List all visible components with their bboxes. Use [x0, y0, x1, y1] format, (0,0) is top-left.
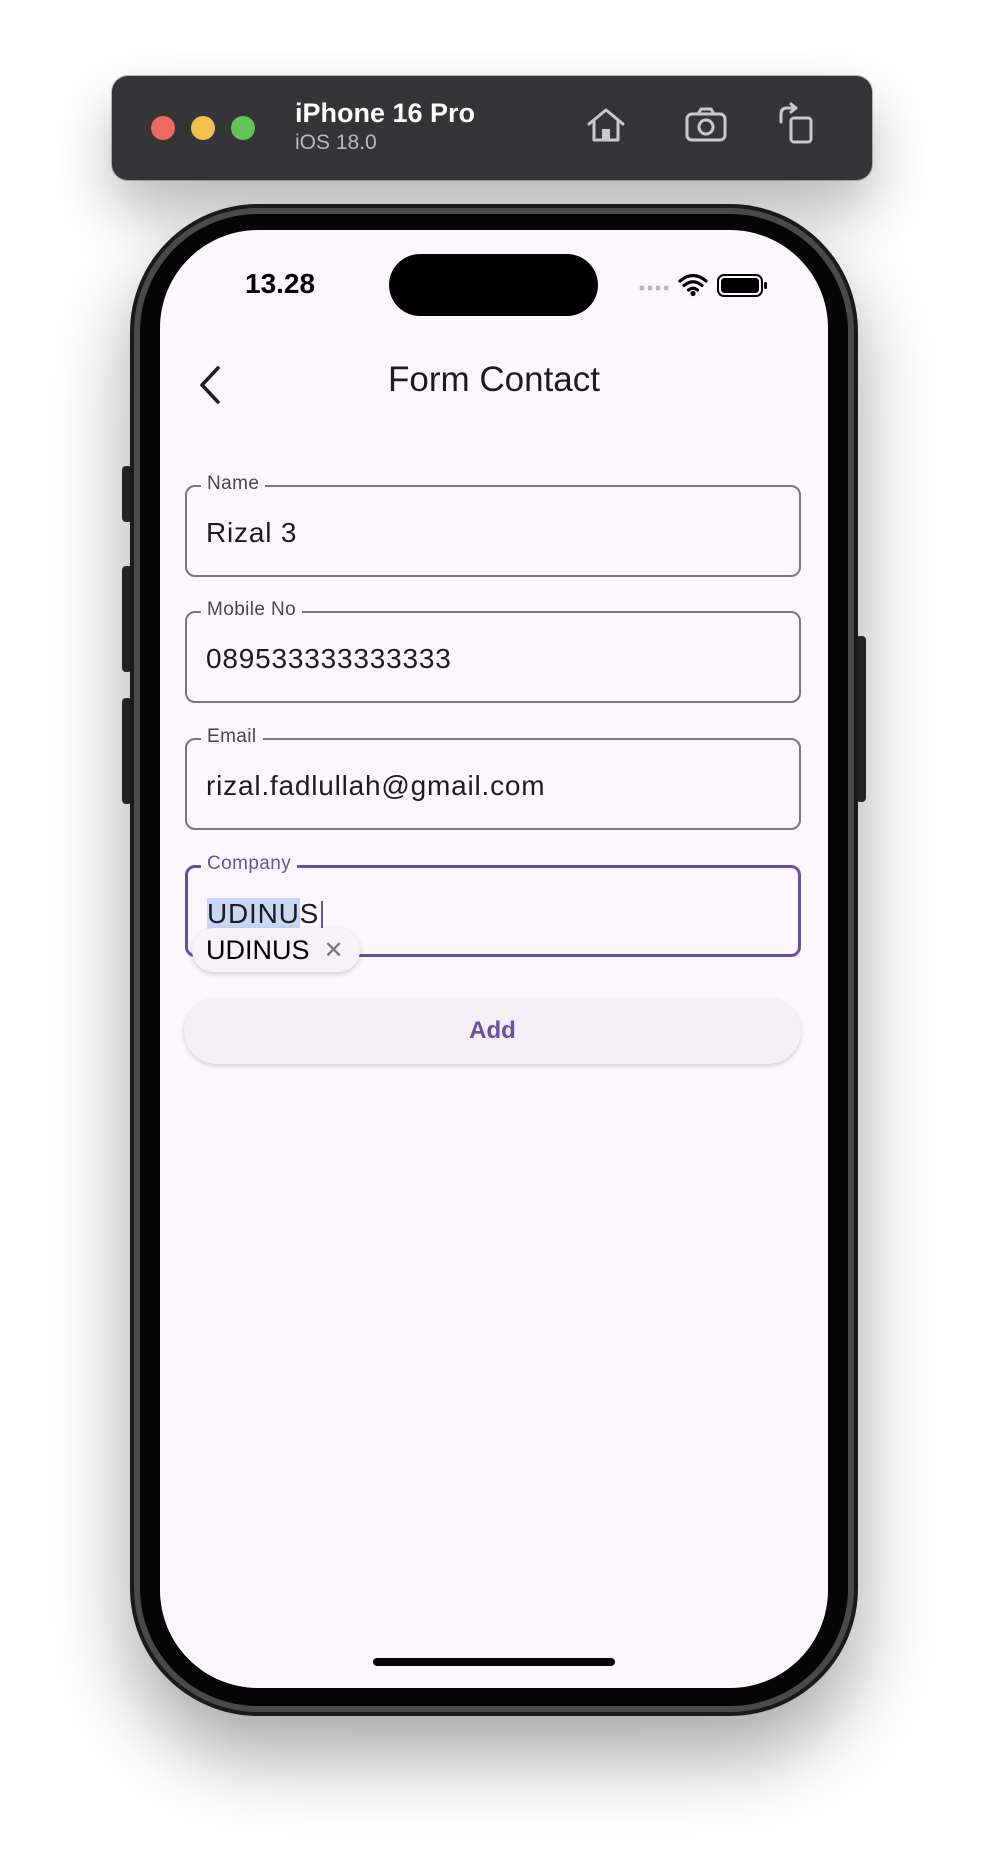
wifi-icon: [678, 273, 708, 292]
autocomplete-suggestion[interactable]: UDINUS ✕: [192, 928, 360, 972]
home-icon[interactable]: [583, 102, 629, 148]
mobile-field-label: Mobile No: [201, 599, 303, 621]
name-field-label: Name: [201, 473, 266, 495]
mobile-field[interactable]: Mobile No 089533333333333: [185, 599, 801, 703]
home-indicator[interactable]: [373, 1658, 615, 1666]
dismiss-suggestion-icon[interactable]: ✕: [324, 936, 344, 965]
close-window-button[interactable]: [151, 116, 175, 140]
email-field-label: Email: [201, 726, 263, 748]
add-button[interactable]: Add: [184, 998, 801, 1064]
name-field[interactable]: Name Rizal 3: [185, 473, 801, 577]
device-name: iPhone 16 Pro: [295, 98, 476, 128]
name-field-value[interactable]: Rizal 3: [206, 517, 297, 549]
status-icons: [639, 273, 767, 297]
simulator-toolbar: [112, 76, 872, 180]
phone-screen: 13.28 Form Contact Name Rizal 3 Mobile N…: [160, 230, 828, 1688]
status-time: 13.28: [245, 268, 316, 299]
email-field-value[interactable]: rizal.fadlullah@gmail.com: [206, 770, 545, 802]
battery-icon: [717, 274, 767, 297]
selected-text: UDINU: [207, 898, 300, 929]
stage: iPhone 16 Pro iOS 18.0 13.28 Form Contac…: [0, 0, 984, 1862]
text-cursor: [321, 900, 324, 931]
os-version: iOS 18.0: [295, 131, 377, 154]
company-field-label: Company: [201, 853, 298, 875]
email-field[interactable]: Email rizal.fadlullah@gmail.com: [185, 726, 801, 830]
screenshot-icon[interactable]: [683, 102, 729, 148]
minimize-window-button[interactable]: [191, 116, 215, 140]
cellular-signal-icon: [639, 285, 669, 291]
suggestion-text: UDINUS: [206, 934, 310, 965]
page-title: Form Contact: [388, 360, 600, 399]
unselected-text: S: [299, 898, 320, 929]
rotate-icon[interactable]: [773, 102, 819, 148]
mobile-field-value[interactable]: 089533333333333: [206, 643, 452, 675]
zoom-window-button[interactable]: [231, 116, 255, 140]
dynamic-island: [389, 254, 598, 316]
company-field-value[interactable]: UDINUS: [207, 898, 324, 931]
